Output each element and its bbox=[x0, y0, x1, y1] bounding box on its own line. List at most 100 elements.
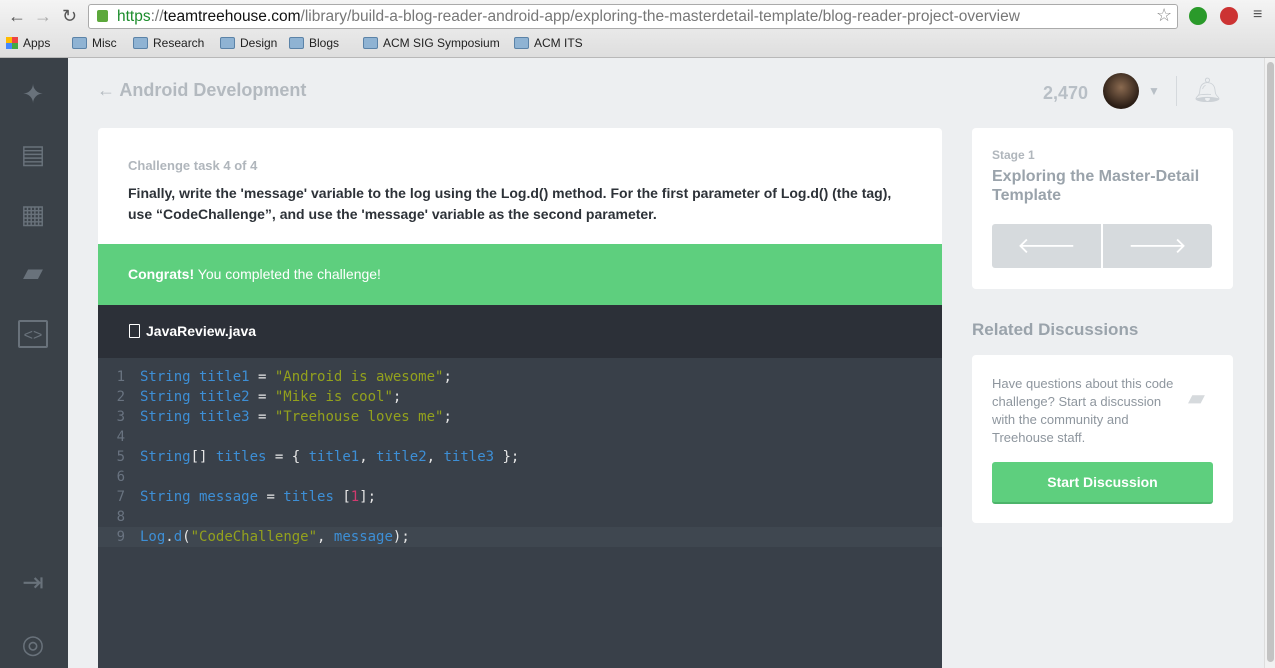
lock-icon bbox=[97, 10, 108, 22]
code-token: String title1 bbox=[140, 369, 259, 385]
line-number: 8 bbox=[116, 509, 125, 525]
sign-out-icon[interactable]: ⇥ bbox=[18, 568, 48, 596]
workspaces-icon[interactable]: <> bbox=[18, 320, 48, 348]
bookmark-design[interactable]: Design bbox=[220, 36, 277, 50]
code-token: = bbox=[258, 409, 275, 425]
code-token: 1 bbox=[350, 489, 360, 505]
code-token: . bbox=[165, 529, 174, 545]
code-line[interactable]: 4 bbox=[98, 427, 942, 447]
start-discussion-button[interactable]: Start Discussion bbox=[992, 462, 1213, 504]
extension-icon[interactable] bbox=[1189, 7, 1207, 25]
file-tab[interactable]: JavaReview.java bbox=[98, 305, 942, 358]
code-token: ; bbox=[443, 369, 452, 385]
file-icon bbox=[129, 324, 140, 338]
code-token: = bbox=[258, 369, 275, 385]
arrow-right-icon: 🡒 bbox=[1128, 233, 1187, 258]
code-line[interactable]: 1 String title1 = "Android is awesome"; bbox=[98, 367, 942, 387]
code-token: ( bbox=[182, 529, 191, 545]
code-token: title3 bbox=[443, 449, 503, 465]
stage-card: Stage 1 Exploring the Master-Detail Temp… bbox=[972, 128, 1233, 289]
scrollbar-thumb[interactable] bbox=[1267, 62, 1274, 662]
bookmark-acm-its[interactable]: ACM ITS bbox=[514, 36, 583, 50]
code-line[interactable]: 6 bbox=[98, 467, 942, 487]
code-token: ; bbox=[443, 409, 452, 425]
code-token: , bbox=[426, 449, 444, 465]
code-line[interactable]: 9 Log.d("CodeChallenge", message); bbox=[98, 527, 942, 547]
apps-icon bbox=[6, 37, 18, 49]
folder-icon bbox=[289, 37, 304, 49]
code-token: ]; bbox=[359, 489, 377, 505]
line-number: 4 bbox=[116, 429, 125, 445]
code-line[interactable]: 2 String title2 = "Mike is cool"; bbox=[98, 387, 942, 407]
next-button[interactable]: 🡒 bbox=[1103, 224, 1212, 268]
code-token: , bbox=[359, 449, 377, 465]
code-token: title2 bbox=[376, 449, 427, 465]
address-bar[interactable]: https://teamtreehouse.com/library/build-… bbox=[88, 4, 1178, 29]
folder-icon bbox=[514, 37, 529, 49]
line-number: 7 bbox=[116, 489, 125, 505]
points: 2,470 bbox=[1043, 83, 1089, 103]
code-token: message bbox=[333, 529, 393, 545]
line-number: 6 bbox=[116, 469, 125, 485]
code-token: String bbox=[140, 449, 191, 465]
code-token: String message bbox=[140, 489, 267, 505]
library-map-icon[interactable]: ▤ bbox=[18, 140, 48, 168]
code-line[interactable]: 8 bbox=[98, 507, 942, 527]
code-token: = { bbox=[274, 449, 309, 465]
code-line[interactable]: 7 String message = titles [1]; bbox=[98, 487, 942, 507]
code-token: }; bbox=[502, 449, 520, 465]
bookmark-acm-sig-symposium[interactable]: ACM SIG Symposium bbox=[363, 36, 500, 50]
code-token: [ bbox=[342, 489, 351, 505]
bookmark-blogs[interactable]: Blogs bbox=[289, 36, 339, 50]
code-token: = bbox=[258, 389, 275, 405]
scrollbar[interactable] bbox=[1264, 58, 1275, 668]
code-token: "Treehouse loves me" bbox=[274, 409, 444, 425]
code-token: ; bbox=[392, 389, 402, 405]
browser-chrome: ← → ↻ https://teamtreehouse.com/library/… bbox=[0, 0, 1275, 58]
folder-icon bbox=[72, 37, 87, 49]
bookmark-star-icon[interactable]: ☆ bbox=[1156, 5, 1172, 26]
bell-icon[interactable]: 🔔︎ bbox=[1192, 76, 1222, 105]
line-number: 3 bbox=[116, 409, 125, 425]
bookmark-apps[interactable]: Apps bbox=[6, 36, 50, 50]
code-token: String title3 bbox=[140, 409, 259, 425]
code-line[interactable]: 5 String[] titles = { title1, title2, tit… bbox=[98, 447, 942, 467]
challenge-description: Finally, write the 'message' variable to… bbox=[128, 185, 892, 222]
bookmark-misc[interactable]: Misc bbox=[72, 36, 117, 50]
code-token: d bbox=[173, 529, 183, 545]
treehouse-logo-icon[interactable]: ✦ bbox=[18, 80, 48, 108]
folder-icon bbox=[363, 37, 378, 49]
tracks-icon[interactable]: ▦ bbox=[18, 200, 48, 228]
related-heading: Related Discussions bbox=[972, 320, 1139, 339]
code-editor[interactable]: 1 String title1 = "Android is awesome"; 2 S… bbox=[98, 358, 942, 668]
bookmark-research[interactable]: Research bbox=[133, 36, 204, 50]
forum-icon[interactable]: ▰ bbox=[18, 258, 48, 286]
code-token: = bbox=[266, 489, 284, 505]
line-number: 2 bbox=[116, 389, 125, 405]
line-number: 9 bbox=[116, 529, 125, 545]
line-number: 1 bbox=[116, 369, 125, 385]
chat-bubbles-icon: ▰ bbox=[1188, 385, 1205, 410]
line-number: 5 bbox=[116, 449, 125, 465]
code-token: [] bbox=[190, 449, 216, 465]
code-token: , bbox=[317, 529, 334, 545]
stage-label: Stage 1 bbox=[992, 148, 1035, 162]
forward-arrow-icon[interactable]: → bbox=[34, 6, 52, 27]
code-token: Log bbox=[140, 529, 166, 545]
discussion-card: Have questions about this code challenge… bbox=[972, 355, 1233, 523]
back-link[interactable]: ← Android Development bbox=[97, 80, 306, 101]
code-token: "CodeChallenge" bbox=[190, 529, 318, 545]
back-arrow-icon[interactable]: ← bbox=[8, 6, 26, 27]
stage-title[interactable]: Exploring the Master-Detail Template bbox=[992, 167, 1222, 205]
extension-icon[interactable] bbox=[1220, 7, 1238, 25]
avatar[interactable] bbox=[1103, 73, 1139, 109]
code-token: String title2 bbox=[140, 389, 259, 405]
previous-button[interactable]: 🡐 bbox=[992, 224, 1101, 268]
help-icon[interactable]: ◎ bbox=[18, 630, 48, 658]
reload-icon[interactable]: ↻ bbox=[62, 6, 77, 27]
code-line[interactable]: 3 String title3 = "Treehouse loves me"; bbox=[98, 407, 942, 427]
code-token: "Mike is cool" bbox=[274, 389, 393, 405]
divider bbox=[1176, 76, 1177, 106]
menu-icon[interactable]: ≡ bbox=[1253, 6, 1262, 24]
chevron-down-icon[interactable]: ▼ bbox=[1148, 84, 1160, 98]
